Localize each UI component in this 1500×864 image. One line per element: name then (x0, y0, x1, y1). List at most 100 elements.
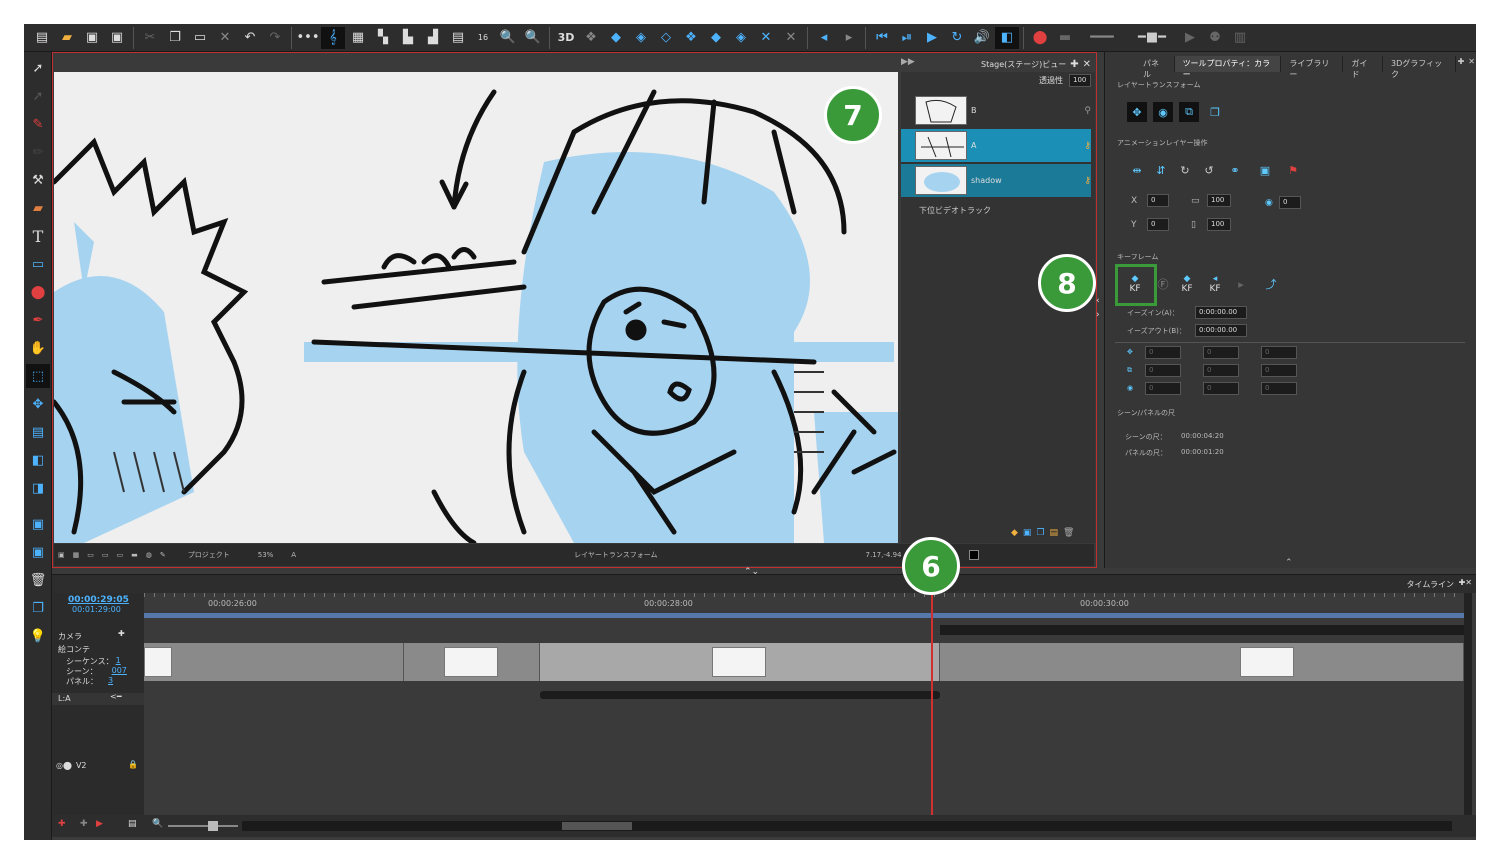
pivot-icon[interactable]: ⚭ (1225, 160, 1245, 180)
timeline-tracks[interactable]: 00:00:26:00 00:00:28:00 00:00:30:00 (144, 593, 1464, 815)
next-keyframe-icon[interactable]: ◂ KF (1205, 274, 1225, 294)
props-close-icon[interactable]: ✕ (1466, 56, 1476, 72)
flip-v-icon[interactable]: ⇵ (1151, 160, 1171, 180)
zoom-out-icon[interactable]: 🔍 (521, 27, 545, 49)
scale-icon[interactable]: ⧉ (1179, 102, 1199, 122)
skew-icon[interactable]: ❐ (1205, 102, 1225, 122)
step-icon[interactable]: ⏯ (895, 27, 919, 49)
tab-panel[interactable]: パネル (1135, 56, 1175, 79)
layer-row-a[interactable]: A ⚷ (901, 129, 1091, 162)
panel-list-icon[interactable]: ▤ (128, 819, 137, 829)
sound-icon[interactable]: 🔊 (970, 27, 994, 49)
video-visible-icon[interactable]: ◎⬤ (56, 761, 72, 770)
split-view-icon[interactable]: ▙ (396, 27, 420, 49)
ease-in-input[interactable]: 0:00:00.00 (1195, 306, 1247, 319)
new-project-icon[interactable]: ▤ (30, 27, 54, 49)
flip-h-icon[interactable]: ⇹ (1127, 160, 1147, 180)
drawing-canvas[interactable] (54, 72, 898, 543)
panel-add-icon[interactable]: ✚ (1070, 59, 1078, 70)
cut-icon[interactable]: ✂ (138, 27, 162, 49)
lower-video-track[interactable]: 下位ビデオトラック (919, 205, 991, 216)
grid-input[interactable]: 0 (1261, 346, 1297, 359)
layer-tool-6-icon[interactable]: ◈ (729, 27, 753, 49)
layer-tool-8-icon[interactable]: ✕ (779, 27, 803, 49)
video-lock-icon[interactable]: 🔒 (128, 760, 138, 769)
thumbnail-view-icon[interactable]: ▤ (446, 27, 470, 49)
animate-camera-icon[interactable]: ◨ (26, 476, 50, 500)
prev-keyframe-icon[interactable]: ◆ KF (1177, 274, 1197, 294)
contour-tool-icon[interactable]: ➚ (26, 84, 50, 108)
time-ruler[interactable] (144, 593, 1464, 609)
add-panel-icon[interactable]: ▣ (26, 512, 50, 536)
stamp-tool-icon[interactable]: ⚒ (26, 168, 50, 192)
dots-icon[interactable]: ••• (296, 27, 320, 49)
layer-tool-4-icon[interactable]: ❖ (679, 27, 703, 49)
grid-input[interactable]: 0 (1145, 364, 1181, 377)
hand-tool-icon[interactable]: ✋ (26, 336, 50, 360)
panel-link[interactable]: 3 (108, 676, 113, 687)
rotate-ccw-icon[interactable]: ↺ (1199, 160, 1219, 180)
timeline-scrollbar[interactable] (1464, 593, 1472, 815)
goto-keyframe-icon[interactable]: ▸ (1231, 274, 1251, 294)
duplicate-icon[interactable]: ❐ (26, 596, 50, 620)
duplicate-layer-icon[interactable]: ❐ (1036, 528, 1044, 538)
props-add-icon[interactable]: ✚ (1456, 56, 1467, 72)
center-icon[interactable]: ▣ (1255, 160, 1275, 180)
y-position-input[interactable]: 0 (1147, 218, 1169, 231)
grid-input[interactable]: 0 (1203, 364, 1239, 377)
transform-tool-icon[interactable]: ⬚ (26, 364, 50, 388)
panel-view-icon[interactable]: ▚ (371, 27, 395, 49)
layer-tool-1-icon[interactable]: ◆ (604, 27, 628, 49)
layer-row-b[interactable]: B ⚲ (901, 94, 1091, 127)
grid-input[interactable]: 0 (1145, 346, 1181, 359)
grid-view-icon[interactable]: ▦ (346, 27, 370, 49)
volume-slider[interactable]: ━■━ (1127, 27, 1177, 49)
pencil-tool-icon[interactable]: ✏ (26, 140, 50, 164)
add-keyframe-icon[interactable]: ◆ KF (1125, 274, 1145, 294)
play-icon[interactable]: ▶ (920, 27, 944, 49)
lightbulb-icon[interactable]: 💡 (26, 624, 50, 648)
camera-tool-icon[interactable]: ▤ (26, 420, 50, 444)
grid-input[interactable]: 0 (1261, 382, 1297, 395)
tab-tool-properties[interactable]: ツールプロパティ：カラー (1174, 56, 1282, 79)
current-time[interactable]: 00:00:29:05 (68, 595, 129, 605)
add-vector-layer-icon[interactable]: ◆ (1011, 528, 1018, 538)
layer-transform-icon[interactable]: ✥ (26, 392, 50, 416)
scene-link[interactable]: 007 (112, 666, 127, 677)
rotation-input[interactable]: 0 (1279, 196, 1301, 209)
prev-key-icon[interactable]: ◂ (812, 27, 836, 49)
ease-out-input[interactable]: 0:00:00.00 (1195, 324, 1247, 337)
tab-3d-graphics[interactable]: 3Dグラフィック (1383, 56, 1456, 79)
ease-curve-icon[interactable]: ⤴ (1261, 274, 1281, 294)
select-tool-icon[interactable]: ➚ (26, 56, 50, 80)
save-as-icon[interactable]: ▣ (105, 27, 129, 49)
reset-icon[interactable]: ⚑ (1283, 160, 1303, 180)
3d-tool-icon[interactable]: ❖ (579, 27, 603, 49)
script-icon[interactable]: 𝄞 (321, 26, 345, 49)
rotate-cw-icon[interactable]: ↻ (1175, 160, 1195, 180)
zoom-slider[interactable] (168, 821, 238, 831)
layer-track-collapse-icon[interactable]: <━ (110, 692, 122, 701)
16-9-icon[interactable]: 16 (471, 27, 495, 49)
user-icon[interactable]: ⚉ (1203, 27, 1227, 49)
playhead[interactable] (931, 593, 933, 815)
color-swatch[interactable] (969, 550, 980, 560)
paint-tool-icon[interactable]: ⬤ (26, 280, 50, 304)
pen-icon[interactable]: ✎ (160, 551, 166, 559)
zoom-in-icon[interactable]: 🔍 (496, 27, 520, 49)
grid-icon[interactable]: ▦ (73, 551, 80, 559)
brush-tool-icon[interactable]: ✎ (26, 112, 50, 136)
trash-icon[interactable]: 🗑 (26, 568, 50, 592)
layer-tool-5-icon[interactable]: ◆ (704, 27, 728, 49)
undo-icon[interactable]: ↶ (238, 27, 262, 49)
zoom-tl-icon[interactable]: 🔍 (152, 819, 163, 829)
add-bitmap-layer-icon[interactable]: ▣ (1023, 528, 1032, 538)
rotate-icon[interactable]: ◉ (1153, 102, 1173, 122)
shape-tool-icon[interactable]: ▭ (26, 252, 50, 276)
grid-input[interactable]: 0 (1203, 346, 1239, 359)
opacity-input[interactable]: 100 (1069, 74, 1091, 87)
copy-icon[interactable]: ❐ (163, 27, 187, 49)
collapse-up-icon[interactable]: ⌃ (1285, 558, 1293, 568)
3d-icon[interactable]: 3D (554, 27, 578, 49)
layer-lock-icon[interactable]: ⚷ (1084, 141, 1091, 151)
